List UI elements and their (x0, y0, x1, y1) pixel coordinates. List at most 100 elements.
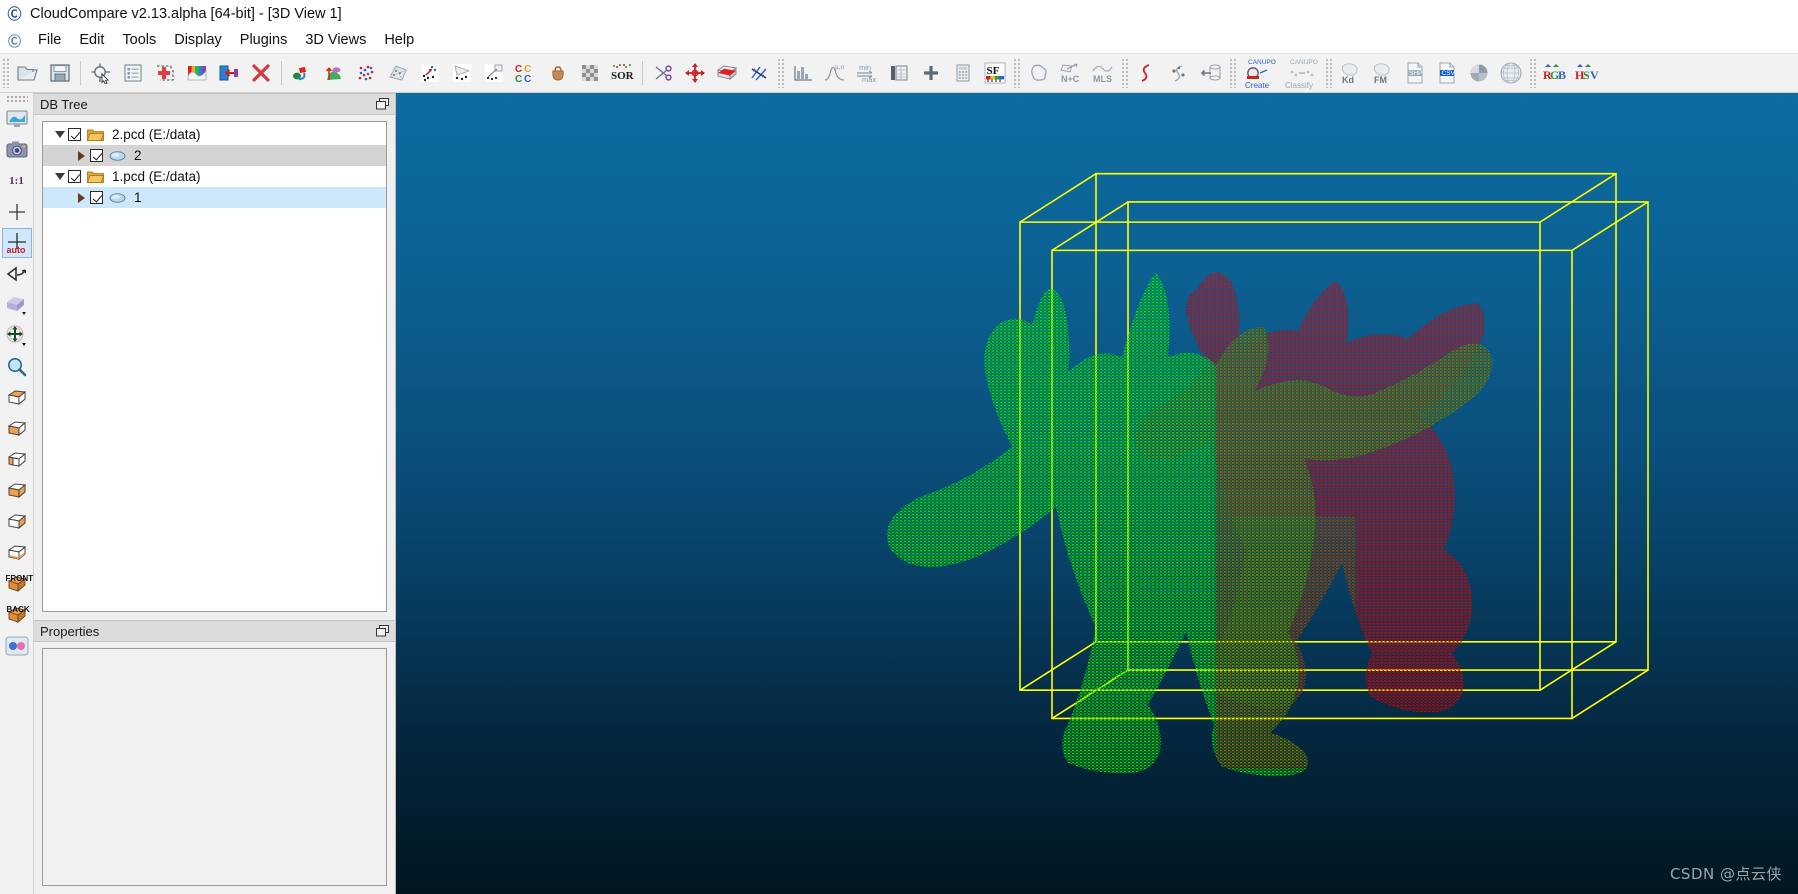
sor-filter-icon[interactable]: SOR (606, 56, 638, 90)
rgb-convert-icon[interactable]: R G B (1539, 56, 1571, 90)
toolbar-grip[interactable] (1013, 58, 1021, 88)
rainbow-colors-icon[interactable] (181, 56, 213, 90)
cube-dropdown-icon[interactable] (2, 290, 32, 320)
menu-3d-views[interactable]: 3D Views (296, 30, 375, 50)
fm-icon[interactable]: FM (1367, 56, 1399, 90)
bag-icon[interactable] (542, 56, 574, 90)
pick-point-icon[interactable] (85, 56, 117, 90)
plus-icon[interactable] (915, 56, 947, 90)
camera-snapshot-icon[interactable] (2, 135, 32, 165)
view-front-label: FRONT (5, 574, 34, 583)
min-max-icon[interactable]: min max (851, 56, 883, 90)
curve-fit-icon[interactable] (1131, 56, 1163, 90)
rotate-view-icon[interactable] (2, 259, 32, 289)
tree-row-cloud-1[interactable]: 1 (43, 187, 386, 208)
move-pivot-icon[interactable] (2, 321, 32, 351)
expander-down-icon[interactable] (51, 131, 68, 138)
fit-plane-icon[interactable] (743, 56, 775, 90)
translate-rotate-icon[interactable] (679, 56, 711, 90)
checkerboard-icon[interactable] (574, 56, 606, 90)
view-toolbar-grip[interactable] (5, 95, 28, 102)
db-tree-list[interactable]: 2.pcd (E:/data) 2 1.pcd (E:/data) 1 (42, 121, 387, 612)
histogram-icon[interactable] (787, 56, 819, 90)
visibility-checkbox[interactable] (90, 149, 103, 162)
csv-file-icon[interactable]: CSV (1431, 56, 1463, 90)
menu-display[interactable]: Display (165, 30, 231, 50)
canupo-classify-icon[interactable]: CANUPO Classify (1281, 56, 1323, 90)
menu-tools[interactable]: Tools (113, 30, 165, 50)
canupo-create-icon[interactable]: CANUPO Create (1239, 56, 1281, 90)
visibility-checkbox[interactable] (90, 191, 103, 204)
normals-convert-icon[interactable]: N+C (1055, 56, 1087, 90)
view-top-icon[interactable] (2, 383, 32, 413)
cloud-to-mesh-icon[interactable] (446, 56, 478, 90)
registration-icon[interactable] (286, 56, 318, 90)
scissors-icon[interactable] (647, 56, 679, 90)
window-title: CloudCompare v2.13.alpha [64-bit] - [3D … (30, 5, 342, 22)
zoom-one-to-one-icon[interactable]: 1:1 (2, 166, 32, 196)
toolbar-grip[interactable] (1121, 58, 1129, 88)
expander-right-icon[interactable] (73, 192, 90, 203)
save-floppy-icon[interactable] (44, 56, 76, 90)
view-iso2-icon[interactable] (2, 538, 32, 568)
cross-section-icon[interactable] (711, 56, 743, 90)
globe-icon[interactable] (1495, 56, 1527, 90)
toolbar-grip[interactable] (1529, 58, 1537, 88)
unroll-icon[interactable] (1195, 56, 1227, 90)
toolbar-grip[interactable] (1229, 58, 1237, 88)
expander-right-icon[interactable] (73, 150, 90, 161)
visibility-checkbox[interactable] (68, 170, 81, 183)
cloud-primitive-icon[interactable] (478, 56, 510, 90)
view-iso1-icon[interactable] (2, 507, 32, 537)
toolbar-grip[interactable] (2, 58, 10, 88)
magnifier-icon[interactable] (2, 352, 32, 382)
view-left-icon[interactable] (2, 445, 32, 475)
tree-row-1pcd[interactable]: 1.pcd (E:/data) (43, 166, 386, 187)
view-back-icon[interactable]: BACK (2, 600, 32, 630)
properties-table[interactable] (42, 648, 387, 886)
expander-down-icon[interactable] (51, 173, 68, 180)
view-front-icon[interactable]: FRONT (2, 569, 34, 599)
mls-icon[interactable]: MLS (1087, 56, 1119, 90)
svg-text:SHP: SHP (1409, 70, 1422, 77)
hsv-convert-icon[interactable]: H S V (1571, 56, 1603, 90)
menu-file[interactable]: File (29, 30, 70, 50)
point-cloud-icon (109, 149, 128, 163)
tree-row-2pcd[interactable]: 2.pcd (E:/data) (43, 124, 386, 145)
menu-help[interactable]: Help (375, 30, 423, 50)
open-folder-icon[interactable] (12, 56, 44, 90)
visibility-checkbox[interactable] (68, 128, 81, 141)
export-icon[interactable] (213, 56, 245, 90)
properties-list-icon[interactable] (117, 56, 149, 90)
view-right-icon[interactable] (2, 476, 32, 506)
display-monitor-icon[interactable] (2, 104, 32, 134)
table-icon[interactable] (883, 56, 915, 90)
normals-icon[interactable] (318, 56, 350, 90)
crosshair-auto-icon[interactable]: auto (1, 228, 32, 258)
point-pairs-icon[interactable] (1163, 56, 1195, 90)
two-color-dots-icon[interactable] (2, 631, 32, 661)
view-bottom-icon[interactable] (2, 414, 32, 444)
add-point-icon[interactable] (149, 56, 181, 90)
menu-plugins[interactable]: Plugins (231, 30, 297, 50)
3d-view[interactable]: CSDN @点云侠 (396, 93, 1798, 894)
pie-icon[interactable] (1463, 56, 1495, 90)
delete-cross-icon[interactable] (245, 56, 277, 90)
menu-edit[interactable]: Edit (70, 30, 113, 50)
float-panel-icon[interactable] (375, 624, 389, 638)
scatter-points-icon[interactable] (350, 56, 382, 90)
crosshair-center-icon[interactable] (2, 197, 32, 227)
tree-row-cloud-2[interactable]: 2 (43, 145, 386, 166)
cloud-to-cloud-icon[interactable] (414, 56, 446, 90)
toolbar-grip[interactable] (777, 58, 785, 88)
calculator-icon[interactable] (947, 56, 979, 90)
kd-tree-icon[interactable]: Kd (1335, 56, 1367, 90)
gauss-stats-icon[interactable]: μ,σ (819, 56, 851, 90)
cc-compare-icon[interactable]: C C C C (510, 56, 542, 90)
label-connected-icon[interactable] (1023, 56, 1055, 90)
float-panel-icon[interactable] (375, 97, 389, 111)
mesh-icon[interactable] (382, 56, 414, 90)
scalar-field-icon[interactable]: SF (979, 56, 1011, 90)
toolbar-grip[interactable] (1325, 58, 1333, 88)
shp-file-icon[interactable]: SHP (1399, 56, 1431, 90)
